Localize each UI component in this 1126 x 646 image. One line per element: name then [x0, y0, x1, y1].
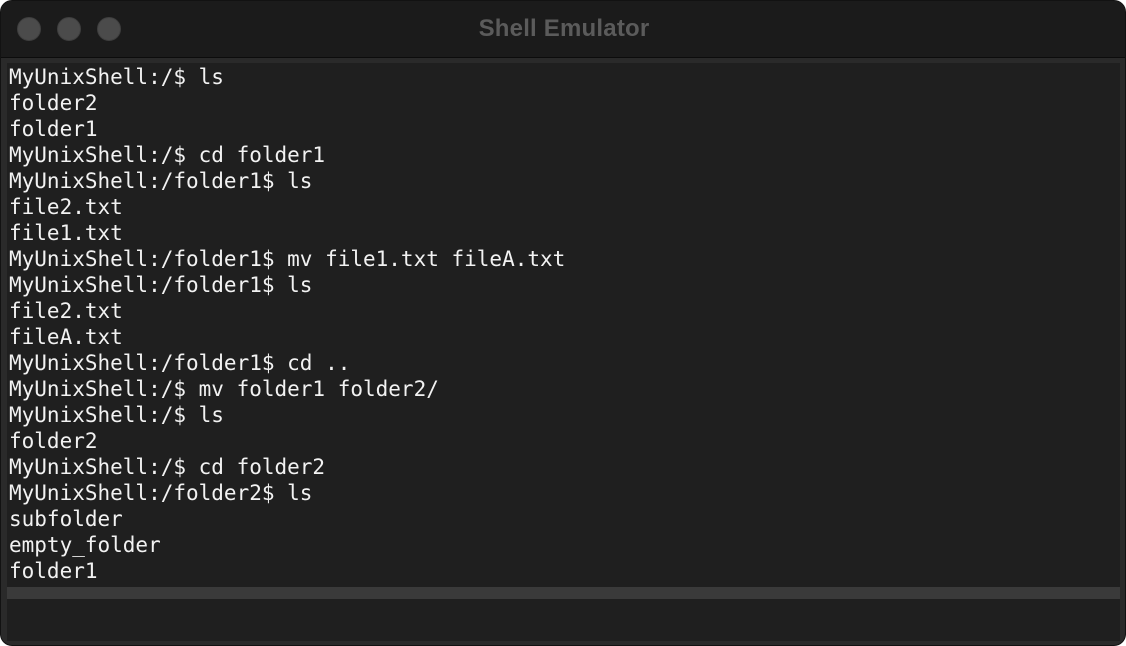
terminal-line: folder2 — [9, 91, 98, 115]
terminal-line: fileA.txt — [9, 325, 123, 349]
shell-window: Shell Emulator MyUnixShell:/$ ls folder2… — [0, 0, 1126, 646]
terminal-line: MyUnixShell:/folder1$ ls — [9, 169, 313, 193]
terminal-line: subfolder — [9, 507, 123, 531]
terminal-line: folder1 — [9, 559, 98, 583]
terminal-line: file2.txt — [9, 299, 123, 323]
terminal-line: MyUnixShell:/$ ls — [9, 65, 224, 89]
terminal-line: MyUnixShell:/$ ls — [9, 403, 224, 427]
terminal-line: MyUnixShell:/folder1$ mv file1.txt fileA… — [9, 247, 566, 271]
terminal-line: MyUnixShell:/$ cd folder2 — [9, 455, 326, 479]
terminal-line: MyUnixShell:/folder1$ ls — [9, 273, 313, 297]
command-input[interactable] — [7, 599, 1120, 641]
terminal-line: file1.txt — [9, 221, 123, 245]
terminal-lines: MyUnixShell:/$ ls folder2 folder1 MyUnix… — [9, 63, 1118, 584]
terminal-line: file2.txt — [9, 195, 123, 219]
terminal-line: MyUnixShell:/folder1$ cd .. — [9, 351, 351, 375]
terminal-line: empty_folder — [9, 533, 161, 557]
terminal-line: folder1 — [9, 117, 98, 141]
terminal-line: MyUnixShell:/$ cd folder1 — [9, 143, 326, 167]
terminal-line: folder2 — [9, 429, 98, 453]
title-bar[interactable]: Shell Emulator — [1, 1, 1125, 58]
terminal-line: MyUnixShell:/$ mv folder1 folder2/ — [9, 377, 439, 401]
terminal-output[interactable]: MyUnixShell:/$ ls folder2 folder1 MyUnix… — [7, 63, 1120, 587]
input-separator — [7, 587, 1120, 599]
terminal-line: MyUnixShell:/folder2$ ls — [9, 481, 313, 505]
window-title: Shell Emulator — [478, 15, 650, 42]
